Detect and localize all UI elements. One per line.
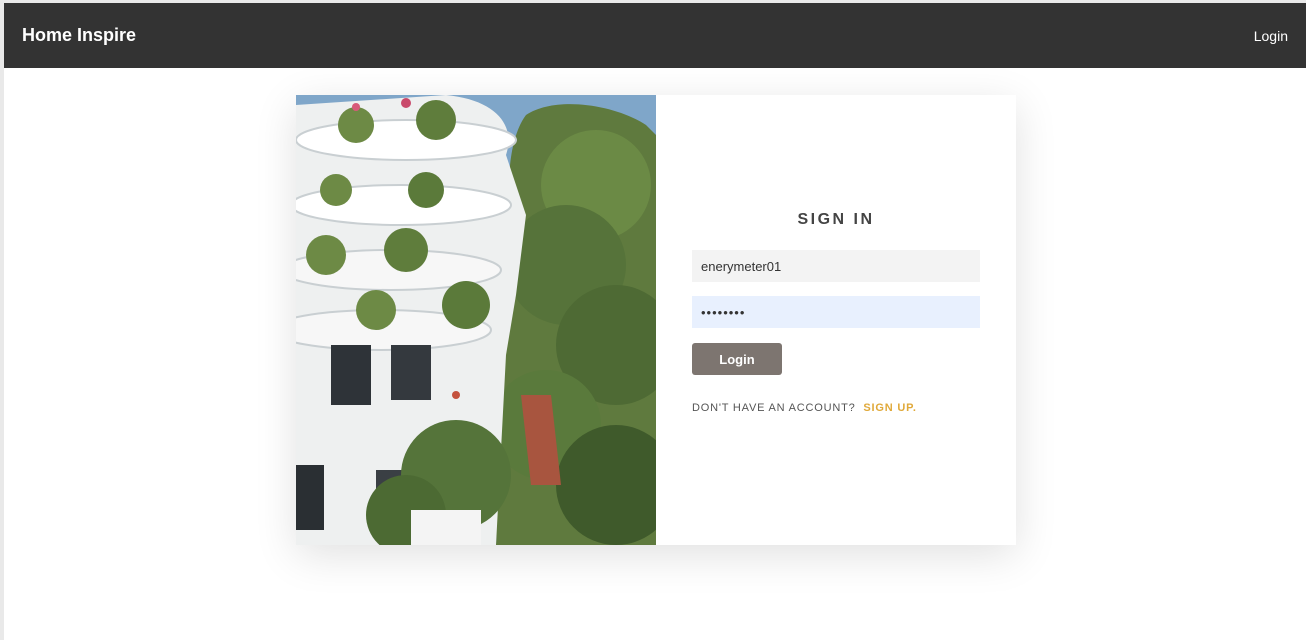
password-input[interactable] [692,296,980,328]
building-photo [296,95,656,545]
building-photo-illustration [296,95,656,545]
login-button[interactable]: Login [692,343,782,375]
signup-prompt: DON'T HAVE AN ACCOUNT? SIGN UP. [692,402,917,414]
username-input[interactable] [692,250,980,282]
brand-logo-text[interactable]: Home Inspire [22,25,136,46]
browser-viewport: Home Inspire Login SIGN IN enerymeter01 … [4,3,1306,640]
nav-login-link[interactable]: Login [1254,28,1288,44]
top-navbar: Home Inspire Login [4,3,1306,68]
signin-card: SIGN IN Login DON'T HAVE AN ACCOUNT? SIG… [296,95,1016,545]
no-account-text: DON'T HAVE AN ACCOUNT? [692,402,856,414]
signin-title: SIGN IN [797,211,875,228]
signin-form: SIGN IN Login DON'T HAVE AN ACCOUNT? SIG… [656,95,1016,545]
signup-link[interactable]: SIGN UP. [863,402,916,414]
